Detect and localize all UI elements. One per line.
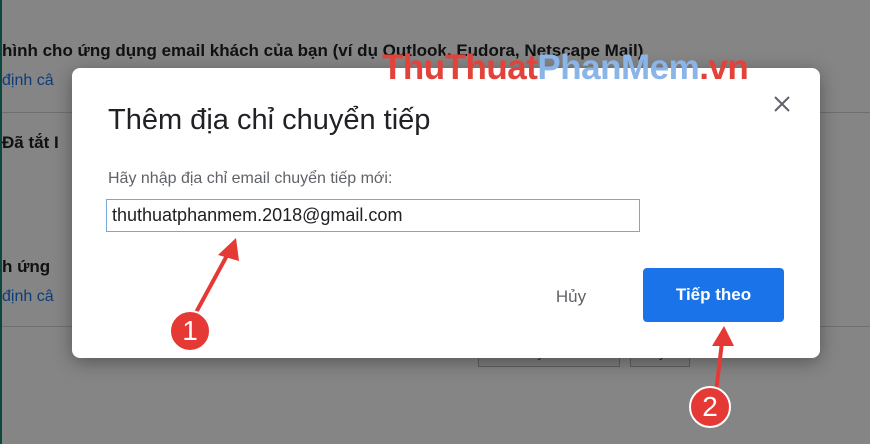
arrow-2-icon [712,326,734,393]
arrow-1-icon [191,238,239,319]
step-2-badge: 2 [689,386,731,428]
step-1-badge: 1 [169,310,211,352]
annotation-arrows [191,238,734,393]
